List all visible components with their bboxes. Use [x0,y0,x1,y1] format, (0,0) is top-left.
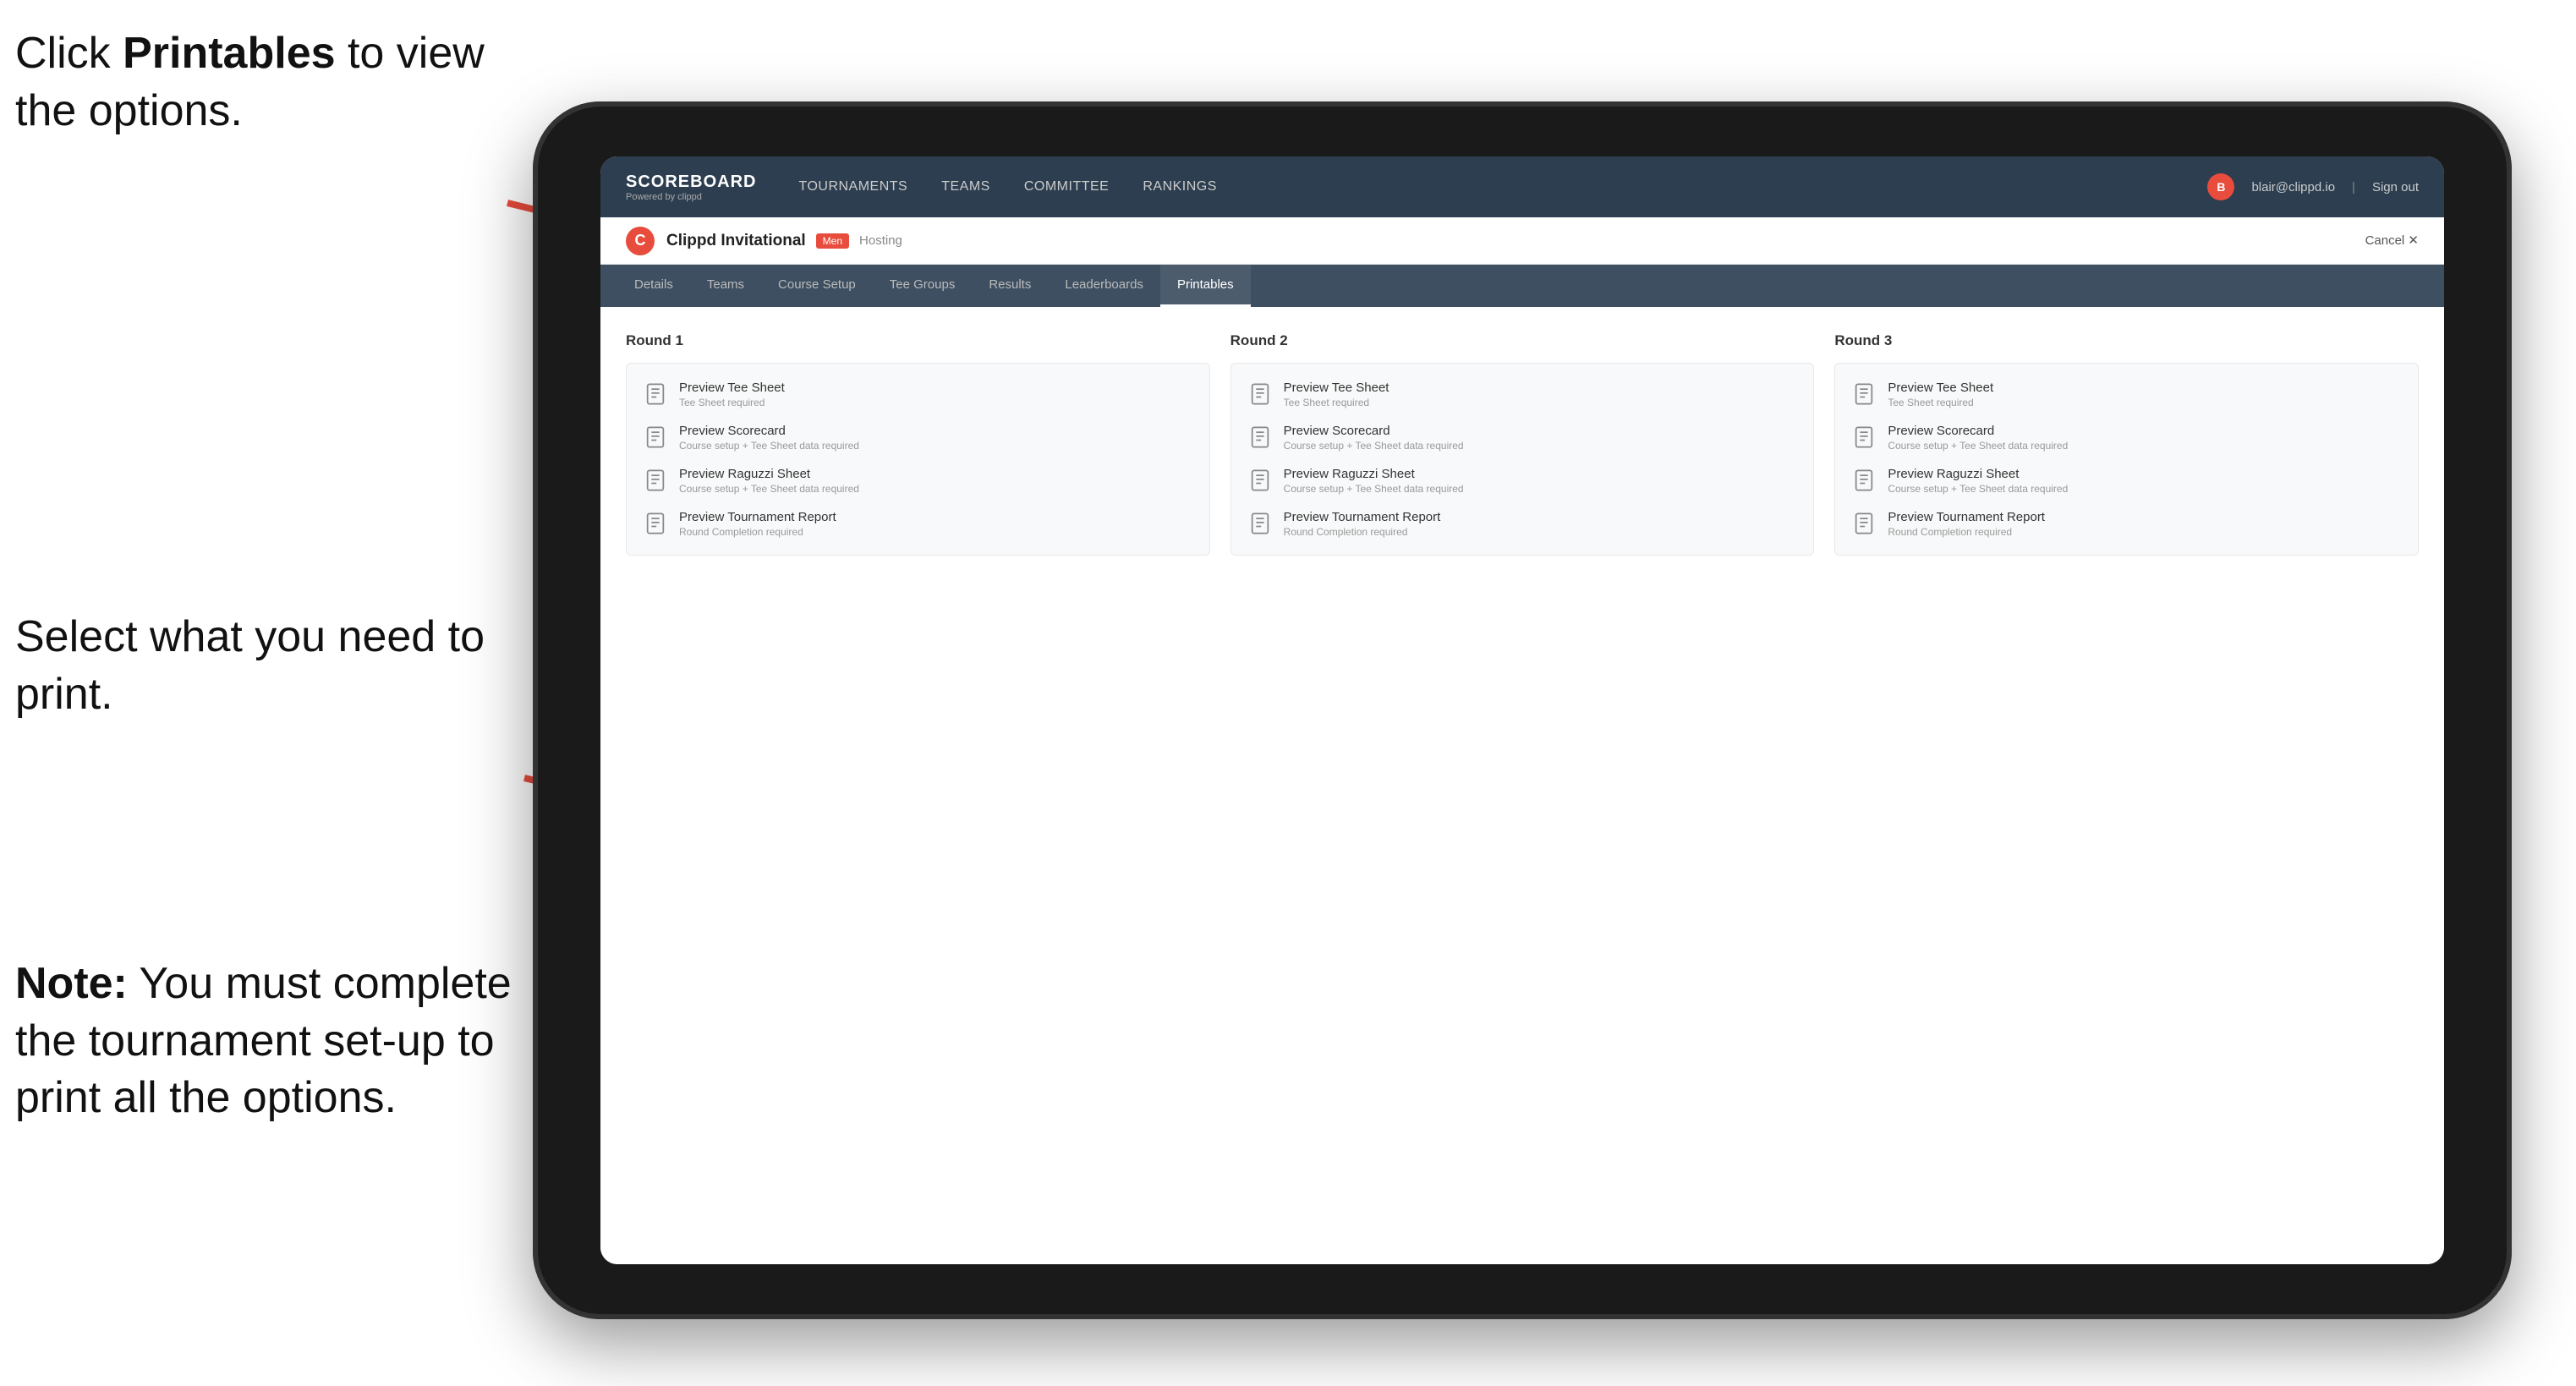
r3-raguzzi-icon [1852,468,1876,492]
round-1-report[interactable]: Preview Tournament Report Round Completi… [644,510,1192,538]
r2-scorecard-icon [1248,425,1272,449]
round-3-title: Round 3 [1834,332,2419,349]
cancel-button[interactable]: Cancel ✕ [2365,233,2419,248]
top-nav: SCOREBOARD Powered by clippd TOURNAMENTS… [600,156,2444,217]
nav-teams[interactable]: TEAMS [941,176,990,198]
round-3-tee-sheet-title: Preview Tee Sheet [1888,381,1993,395]
nav-tournaments[interactable]: TOURNAMENTS [798,176,907,198]
round-1-tee-sheet-sub: Tee Sheet required [679,397,785,408]
nav-committee[interactable]: COMMITTEE [1024,176,1110,198]
nav-separator: | [2352,180,2355,194]
round-1-report-sub: Round Completion required [679,526,836,538]
round-1-raguzzi[interactable]: Preview Raguzzi Sheet Course setup + Tee… [644,467,1192,495]
tournament-name: Clippd Invitational [666,232,806,250]
top-nav-links: TOURNAMENTS TEAMS COMMITTEE RANKINGS [798,176,2207,198]
r2-report-icon [1248,512,1272,535]
round-3-tee-sheet[interactable]: Preview Tee Sheet Tee Sheet required [1852,381,2401,408]
tournament-badge: Men [816,233,849,249]
round-3-report-title: Preview Tournament Report [1888,510,2045,524]
r2-raguzzi-icon [1248,468,1272,492]
tab-details[interactable]: Details [617,265,690,307]
round-2-tee-sheet-title: Preview Tee Sheet [1284,381,1389,395]
scoreboard-logo: SCOREBOARD Powered by clippd [626,173,756,202]
logo-title: SCOREBOARD [626,173,756,192]
round-2-report-sub: Round Completion required [1284,526,1441,538]
annotation-top: Click Printables to view the options. [15,25,506,140]
round-1-report-title: Preview Tournament Report [679,510,836,524]
user-avatar: B [2207,173,2234,200]
tab-printables[interactable]: Printables [1160,265,1251,307]
round-2-scorecard-title: Preview Scorecard [1284,424,1464,438]
annotation-bold-printables: Printables [123,29,335,78]
tab-course-setup[interactable]: Course Setup [761,265,873,307]
round-3-tee-sheet-sub: Tee Sheet required [1888,397,1993,408]
round-2-raguzzi[interactable]: Preview Raguzzi Sheet Course setup + Tee… [1248,467,1797,495]
r3-tee-sheet-icon [1852,382,1876,406]
round-2-report[interactable]: Preview Tournament Report Round Completi… [1248,510,1797,538]
round-3-report[interactable]: Preview Tournament Report Round Completi… [1852,510,2401,538]
round-1-raguzzi-title: Preview Raguzzi Sheet [679,467,859,481]
tab-bar: Details Teams Course Setup Tee Groups Re… [600,265,2444,307]
round-3-raguzzi[interactable]: Preview Raguzzi Sheet Course setup + Tee… [1852,467,2401,495]
rounds-grid: Round 1 Preview Tee Sheet Tee [626,332,2419,556]
tab-leaderboards[interactable]: Leaderboards [1048,265,1160,307]
round-1-section: Round 1 Preview Tee Sheet Tee [626,332,1210,556]
round-3-scorecard-title: Preview Scorecard [1888,424,2068,438]
round-3-section: Round 3 Preview Tee Sheet Tee [1834,332,2419,556]
top-nav-right: B blair@clippd.io | Sign out [2207,173,2419,200]
sub-header-right: Cancel ✕ [2365,233,2419,249]
round-1-tee-sheet-title: Preview Tee Sheet [679,381,785,395]
round-3-raguzzi-title: Preview Raguzzi Sheet [1888,467,2068,481]
tournament-logo: C [626,227,655,255]
sign-out-link[interactable]: Sign out [2372,180,2419,194]
r3-report-icon [1852,512,1876,535]
logo-sub: Powered by clippd [626,192,756,202]
report-icon [644,512,667,535]
tee-sheet-icon [644,382,667,406]
round-2-tee-sheet[interactable]: Preview Tee Sheet Tee Sheet required [1248,381,1797,408]
tablet-screen: SCOREBOARD Powered by clippd TOURNAMENTS… [600,156,2444,1264]
round-2-card: Preview Tee Sheet Tee Sheet required [1230,363,1815,556]
round-2-report-title: Preview Tournament Report [1284,510,1441,524]
round-3-card: Preview Tee Sheet Tee Sheet required [1834,363,2419,556]
round-1-scorecard-sub: Course setup + Tee Sheet data required [679,440,859,452]
round-3-report-sub: Round Completion required [1888,526,2045,538]
r2-tee-sheet-icon [1248,382,1272,406]
round-1-raguzzi-sub: Course setup + Tee Sheet data required [679,483,859,495]
tournament-status: Hosting [859,233,902,248]
annotation-bold-note: Note: [15,959,128,1008]
round-1-title: Round 1 [626,332,1210,349]
round-1-scorecard[interactable]: Preview Scorecard Course setup + Tee She… [644,424,1192,452]
main-content: Round 1 Preview Tee Sheet Tee [600,307,2444,1264]
round-3-scorecard-sub: Course setup + Tee Sheet data required [1888,440,2068,452]
round-1-scorecard-title: Preview Scorecard [679,424,859,438]
round-1-tee-sheet[interactable]: Preview Tee Sheet Tee Sheet required [644,381,1192,408]
tab-results[interactable]: Results [972,265,1048,307]
tab-teams[interactable]: Teams [690,265,761,307]
round-2-section: Round 2 Preview Tee Sheet Tee [1230,332,1815,556]
raguzzi-icon [644,468,667,492]
annotation-mid: Select what you need to print. [15,609,506,723]
user-email: blair@clippd.io [2251,180,2335,194]
round-2-scorecard-sub: Course setup + Tee Sheet data required [1284,440,1464,452]
round-2-raguzzi-sub: Course setup + Tee Sheet data required [1284,483,1464,495]
r3-scorecard-icon [1852,425,1876,449]
round-3-raguzzi-sub: Course setup + Tee Sheet data required [1888,483,2068,495]
nav-rankings[interactable]: RANKINGS [1143,176,1217,198]
sub-header: C Clippd Invitational Men Hosting Cancel… [600,217,2444,265]
round-2-scorecard[interactable]: Preview Scorecard Course setup + Tee She… [1248,424,1797,452]
scorecard-icon [644,425,667,449]
round-3-scorecard[interactable]: Preview Scorecard Course setup + Tee She… [1852,424,2401,452]
round-2-raguzzi-title: Preview Raguzzi Sheet [1284,467,1464,481]
round-1-card: Preview Tee Sheet Tee Sheet required [626,363,1210,556]
round-2-tee-sheet-sub: Tee Sheet required [1284,397,1389,408]
annotation-bot: Note: You must complete the tournament s… [15,956,556,1127]
tab-tee-groups[interactable]: Tee Groups [873,265,973,307]
round-2-title: Round 2 [1230,332,1815,349]
tablet-frame: SCOREBOARD Powered by clippd TOURNAMENTS… [533,101,2512,1319]
